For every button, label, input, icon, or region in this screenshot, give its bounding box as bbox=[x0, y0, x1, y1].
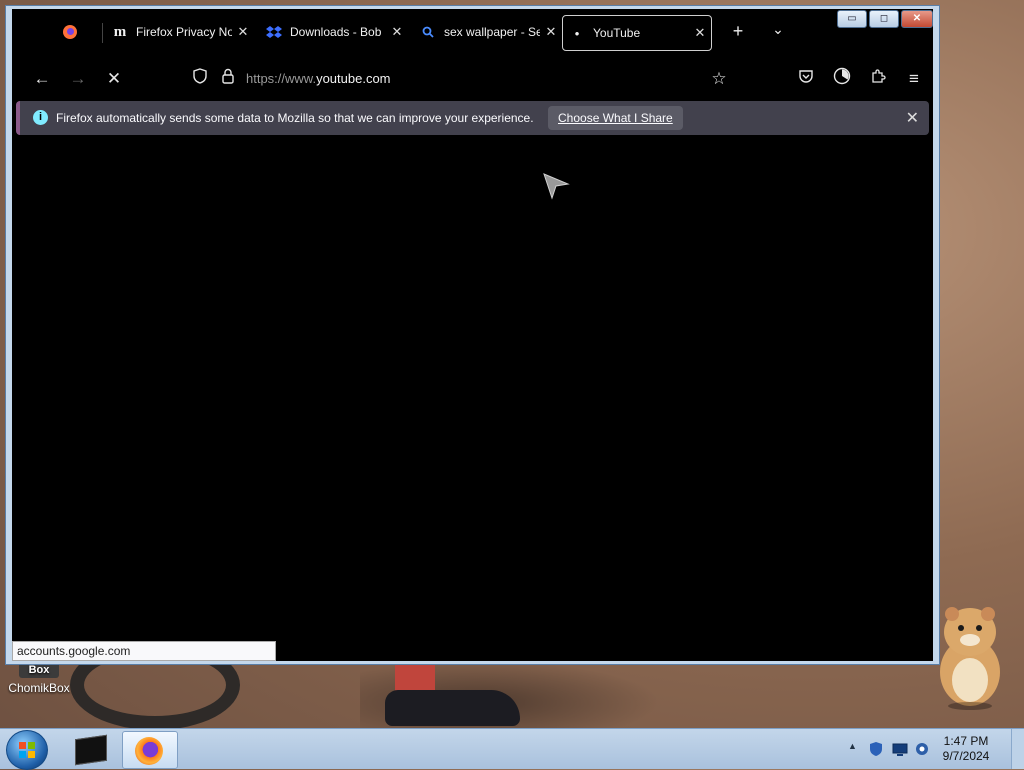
firefox-icon bbox=[135, 737, 163, 765]
hamburger-menu-icon[interactable]: ≡ bbox=[902, 67, 926, 91]
minimize-button[interactable]: ▭ bbox=[837, 10, 867, 28]
new-tab-button[interactable]: + bbox=[726, 21, 750, 42]
network-monitor-icon[interactable] bbox=[892, 741, 908, 757]
windows-flag-icon bbox=[19, 742, 35, 758]
window-controls: ▭ ◻ ✕ bbox=[837, 10, 933, 28]
shield-tray-icon[interactable] bbox=[868, 741, 884, 757]
close-tab-icon[interactable]: ✕ bbox=[693, 25, 707, 41]
dropbox-icon bbox=[266, 24, 282, 40]
maximize-button[interactable]: ◻ bbox=[869, 10, 899, 28]
search-icon bbox=[420, 24, 436, 40]
show-hidden-icons-icon[interactable]: ▲ bbox=[848, 741, 857, 751]
back-arrow-icon[interactable]: ← bbox=[30, 67, 54, 91]
tracking-protection-shield-icon[interactable] bbox=[188, 67, 212, 91]
wallpaper-shoe bbox=[385, 690, 520, 726]
clock[interactable]: 1:47 PM 9/7/2024 bbox=[934, 734, 998, 764]
system-tray: ▲ 1:47 PM 9/7/2024 bbox=[834, 729, 1024, 769]
navigation-bar: ← → ✕ https://www.youtube.com ☆ ≡ bbox=[12, 57, 933, 101]
mouse-pointer-icon bbox=[543, 173, 570, 200]
clock-date: 9/7/2024 bbox=[942, 749, 990, 763]
taskbar: ▲ 1:47 PM 9/7/2024 bbox=[0, 728, 1024, 770]
choose-what-i-share-button[interactable]: Choose What I Share bbox=[548, 106, 683, 130]
url-prefix: https://www. bbox=[246, 71, 317, 86]
close-notification-icon[interactable]: ✕ bbox=[906, 108, 919, 128]
tab-downloads[interactable]: Downloads - Bob ✕ bbox=[266, 15, 404, 49]
desktop-icon-label: ChomikBox bbox=[8, 681, 70, 695]
firefox-icon bbox=[62, 24, 78, 40]
stop-loading-icon[interactable]: ✕ bbox=[102, 67, 126, 91]
firefox-view-icon[interactable] bbox=[830, 67, 854, 91]
page-content[interactable] bbox=[12, 135, 933, 661]
lock-icon[interactable] bbox=[216, 67, 240, 91]
mozilla-m-icon: m bbox=[113, 23, 127, 40]
tab-firefox-privacy[interactable]: m Firefox Privacy Notice ✕ bbox=[112, 15, 250, 49]
url-field[interactable]: https://www.youtube.com bbox=[246, 67, 446, 91]
forward-arrow-icon[interactable]: → bbox=[66, 67, 90, 91]
loading-dot-icon: • bbox=[574, 25, 580, 41]
terminal-icon bbox=[75, 734, 107, 766]
tab-label: YouTube bbox=[593, 26, 641, 40]
taskbar-firefox-button[interactable] bbox=[122, 731, 178, 769]
tab-youtube[interactable]: • YouTube ✕ bbox=[562, 15, 712, 51]
taskbar-terminal-button[interactable] bbox=[70, 731, 124, 767]
data-collection-notification-bar: i Firefox automatically sends some data … bbox=[16, 101, 929, 135]
link-status-bar: accounts.google.com bbox=[12, 641, 276, 661]
start-button[interactable] bbox=[6, 730, 48, 770]
close-tab-icon[interactable]: ✕ bbox=[236, 24, 250, 40]
url-domain: youtube.com bbox=[316, 71, 391, 86]
notification-message: Firefox automatically sends some data to… bbox=[56, 111, 534, 125]
tab-label: Firefox Privacy Notice bbox=[136, 25, 232, 39]
tab-firefox[interactable] bbox=[62, 15, 86, 49]
close-tab-icon[interactable]: ✕ bbox=[544, 24, 558, 40]
close-window-button[interactable]: ✕ bbox=[901, 10, 933, 28]
firefox-window: ▭ ◻ ✕ m Firefox Privacy Notice ✕ Downloa… bbox=[5, 5, 940, 665]
info-icon: i bbox=[33, 110, 48, 125]
volume-icon[interactable] bbox=[914, 741, 930, 757]
tab-label: sex wallpaper - Search bbox=[444, 25, 540, 39]
tab-separator bbox=[102, 23, 103, 43]
tab-search[interactable]: sex wallpaper - Search ✕ bbox=[420, 15, 558, 49]
extensions-puzzle-icon[interactable] bbox=[866, 67, 890, 91]
pocket-icon[interactable] bbox=[794, 67, 818, 91]
show-desktop-button[interactable] bbox=[1011, 729, 1024, 769]
desktop-icon-chomikbox[interactable]: Box ChomikBox bbox=[4, 662, 74, 695]
clock-time: 1:47 PM bbox=[943, 734, 989, 748]
bookmark-star-icon[interactable]: ☆ bbox=[707, 67, 731, 91]
tab-bar: m Firefox Privacy Notice ✕ Downloads - B… bbox=[12, 9, 933, 57]
close-tab-icon[interactable]: ✕ bbox=[390, 24, 404, 40]
hamster-mascot-icon[interactable] bbox=[930, 600, 1010, 710]
tab-label: Downloads - Bob bbox=[290, 25, 382, 39]
browser-frame: m Firefox Privacy Notice ✕ Downloads - B… bbox=[12, 9, 933, 661]
list-all-tabs-button[interactable]: ⌄ bbox=[766, 21, 790, 38]
